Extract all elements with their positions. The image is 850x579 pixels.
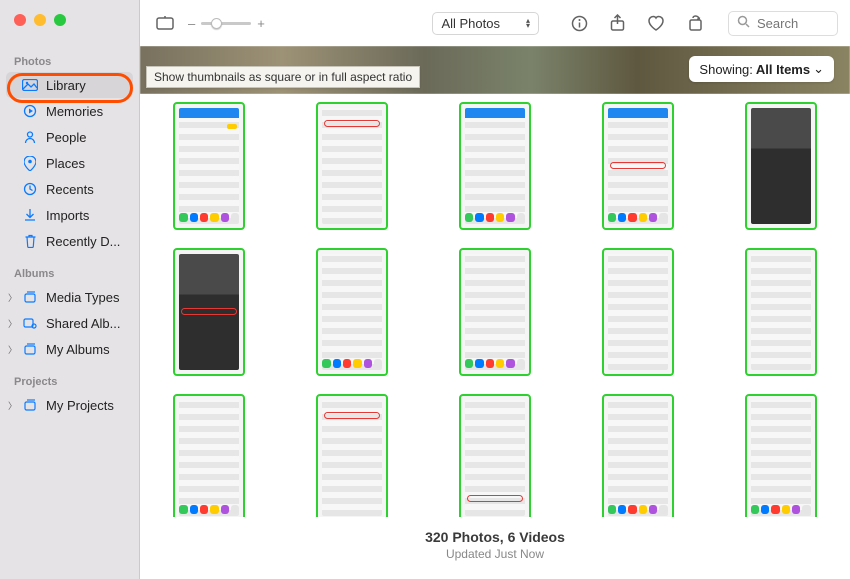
sidebar-item-label: People (46, 130, 86, 145)
clock-icon (22, 182, 38, 196)
window-close-button[interactable] (14, 14, 26, 26)
favorite-button[interactable] (643, 12, 669, 34)
showing-value: All Items (756, 62, 810, 77)
updated-label: Updated Just Now (140, 547, 850, 561)
sidebar-item-label: Media Types (46, 290, 119, 305)
download-icon (22, 208, 38, 222)
sidebar-item-my-albums[interactable]: 〉 My Albums (0, 336, 139, 362)
sidebar-item-label: Recently D... (46, 234, 120, 249)
aspect-ratio-button[interactable] (152, 13, 178, 33)
view-filter-popup[interactable]: All Photos ▴▾ (432, 12, 539, 35)
stack-icon (22, 399, 38, 411)
thumbnail-grid (158, 102, 832, 517)
thumbnail[interactable] (602, 102, 674, 230)
stack-icon (22, 343, 38, 355)
sidebar-item-label: Shared Alb... (46, 316, 120, 331)
share-button[interactable] (606, 12, 629, 34)
sidebar-item-recently-deleted[interactable]: Recently D... (0, 228, 139, 254)
filter-label: All Photos (441, 16, 500, 31)
chevron-right-icon[interactable]: 〉 (8, 343, 17, 356)
sidebar-section-projects: Projects (0, 372, 139, 392)
aspect-tooltip: Show thumbnails as square or in full asp… (146, 66, 420, 88)
sidebar-section-photos: Photos (0, 52, 139, 72)
sidebar-item-label: Imports (46, 208, 89, 223)
photo-library-icon (22, 79, 38, 91)
sidebar-item-label: Library (46, 78, 86, 93)
slider-thumb[interactable] (211, 18, 222, 29)
window-minimize-button[interactable] (34, 14, 46, 26)
zoom-out-icon[interactable]: – (188, 16, 195, 31)
trash-icon (22, 234, 38, 248)
memories-icon (22, 104, 38, 118)
zoom-in-icon[interactable]: + (257, 16, 265, 31)
window-zoom-button[interactable] (54, 14, 66, 26)
traffic-lights (14, 14, 66, 26)
sidebar-section-albums: Albums (0, 264, 139, 284)
chevron-right-icon[interactable]: 〉 (8, 399, 17, 412)
updown-chevron-icon: ▴▾ (526, 18, 530, 28)
sidebar-item-label: Places (46, 156, 85, 171)
thumbnail[interactable] (316, 248, 388, 376)
chevron-right-icon[interactable]: 〉 (8, 317, 17, 330)
thumbnail[interactable] (173, 248, 245, 376)
thumbnail[interactable] (602, 248, 674, 376)
sidebar-item-label: Recents (46, 182, 94, 197)
search-input[interactable] (755, 15, 825, 32)
thumbnail[interactable] (316, 394, 388, 517)
thumbnail[interactable] (316, 102, 388, 230)
sidebar-item-label: My Albums (46, 342, 110, 357)
sidebar-item-media-types[interactable]: 〉 Media Types (0, 284, 139, 310)
pin-icon (22, 156, 38, 171)
info-button[interactable] (567, 12, 592, 34)
thumbnail[interactable] (459, 248, 531, 376)
toolbar: – + All Photos ▴▾ (140, 0, 850, 46)
thumbnail[interactable] (745, 102, 817, 230)
item-count-label: 320 Photos, 6 Videos (140, 529, 850, 545)
sidebar-item-memories[interactable]: Memories (0, 98, 139, 124)
thumbnail[interactable] (745, 248, 817, 376)
sidebar-item-places[interactable]: Places (0, 150, 139, 176)
sidebar-item-recents[interactable]: Recents (0, 176, 139, 202)
chevron-right-icon[interactable]: 〉 (8, 291, 17, 304)
person-icon (22, 130, 38, 144)
thumbnail[interactable] (459, 394, 531, 517)
thumbnail[interactable] (173, 102, 245, 230)
rotate-button[interactable] (683, 12, 708, 34)
showing-prefix: Showing: (699, 62, 752, 77)
thumbnail[interactable] (745, 394, 817, 517)
chevron-down-icon: ⌄ (813, 61, 824, 77)
sidebar-item-library[interactable]: Library (6, 72, 133, 98)
thumbnail[interactable] (602, 394, 674, 517)
search-icon (737, 15, 750, 31)
thumbnail[interactable] (459, 102, 531, 230)
thumbnail-zoom-slider[interactable]: – + (188, 16, 265, 31)
sidebar: Photos Library Memories People Places (0, 0, 140, 579)
sidebar-item-shared-albums[interactable]: 〉 Shared Alb... (0, 310, 139, 336)
sidebar-item-people[interactable]: People (0, 124, 139, 150)
stack-icon (22, 291, 38, 303)
sidebar-item-label: Memories (46, 104, 103, 119)
slider-track[interactable] (201, 22, 251, 25)
search-field[interactable] (728, 11, 838, 36)
sidebar-item-imports[interactable]: Imports (0, 202, 139, 228)
showing-filter-pill[interactable]: Showing: All Items ⌄ (689, 56, 834, 82)
shared-icon (22, 317, 38, 329)
sidebar-item-label: My Projects (46, 398, 114, 413)
sidebar-item-my-projects[interactable]: 〉 My Projects (0, 392, 139, 418)
library-footer: 320 Photos, 6 Videos Updated Just Now (140, 517, 850, 579)
thumbnail[interactable] (173, 394, 245, 517)
thumbnail-grid-wrap (140, 94, 850, 517)
